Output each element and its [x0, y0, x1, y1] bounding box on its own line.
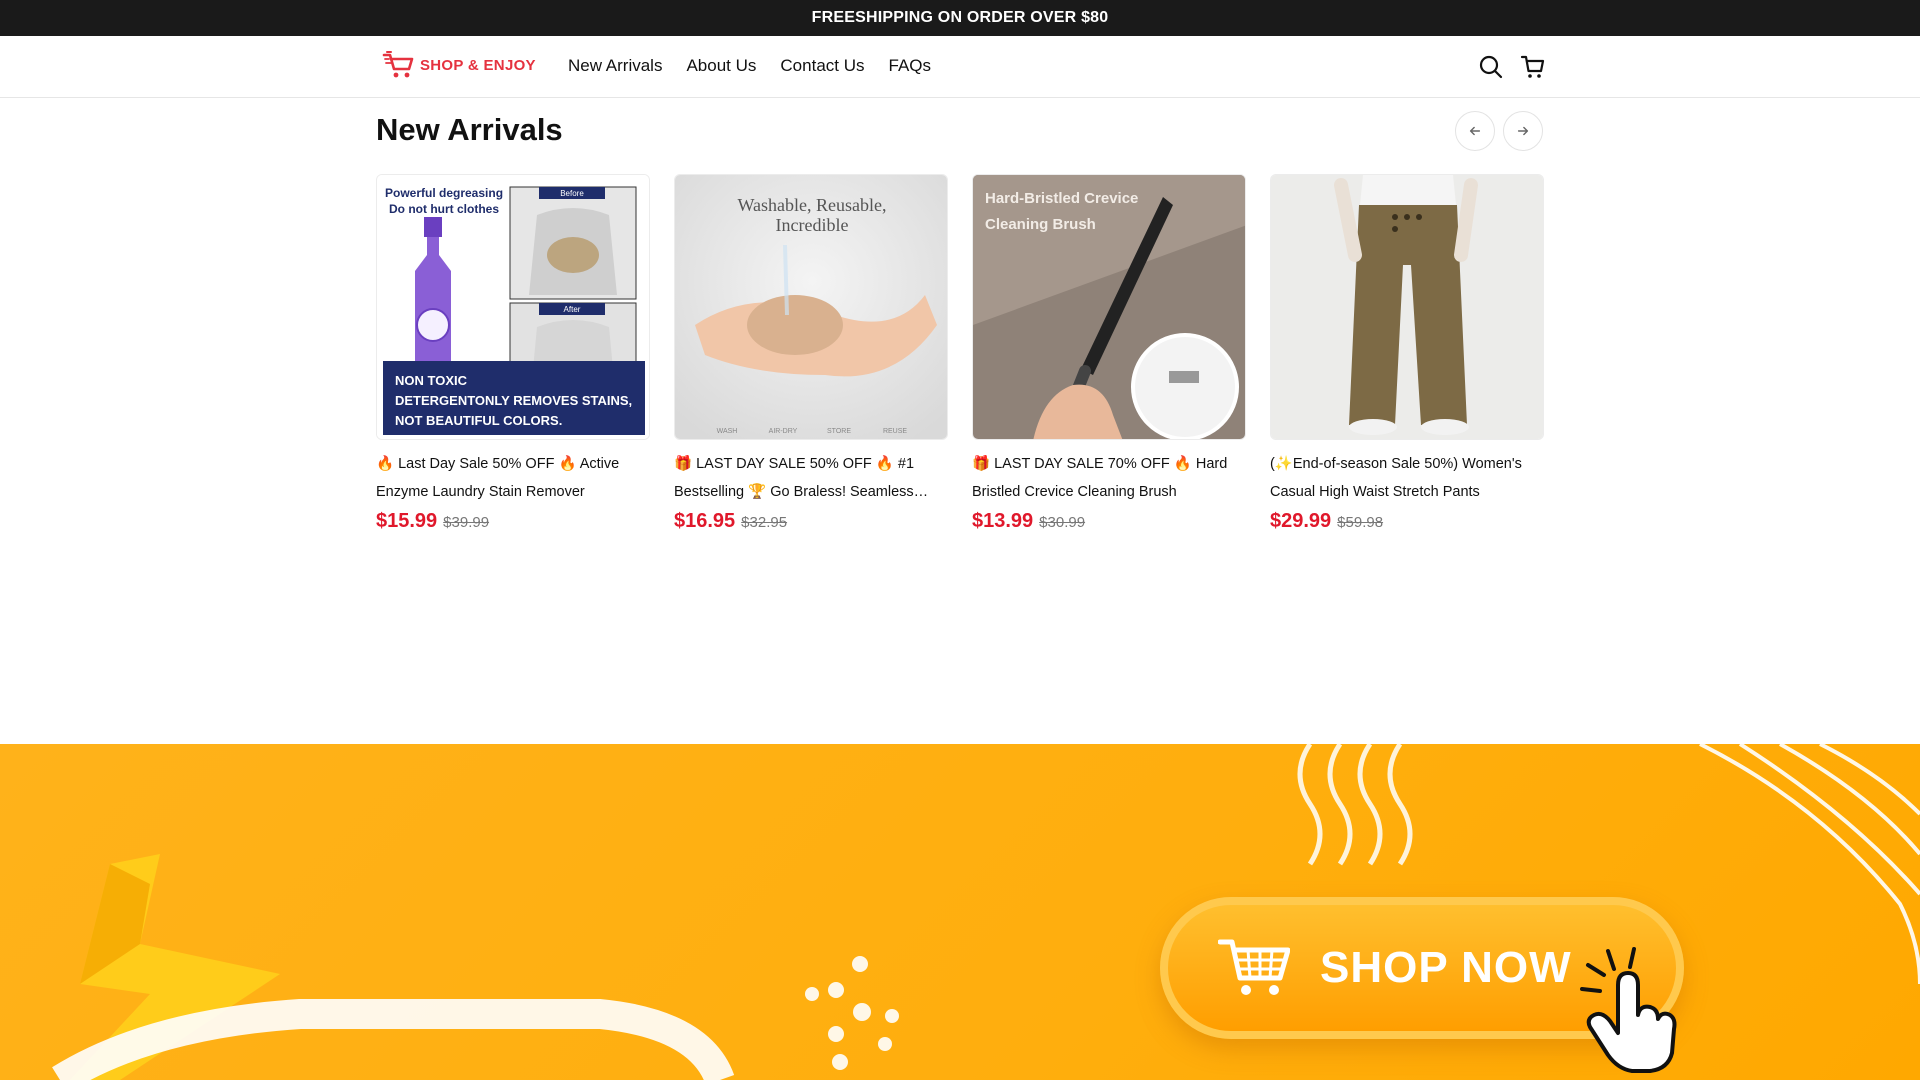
product-image[interactable]: Washable, Reusable, Incredible WASH AIR-… — [674, 174, 948, 440]
image-caption-2: Do not hurt clothes — [389, 202, 499, 216]
arrow-left-icon — [1469, 126, 1481, 136]
image-label-reuse: REUSE — [883, 428, 907, 435]
image-caption-1: Washable, Reusable, — [737, 195, 886, 215]
image-label-after: After — [564, 305, 581, 314]
product-image[interactable] — [1270, 174, 1544, 440]
original-price: $59.98 — [1337, 514, 1384, 531]
product-title[interactable]: 🔥 Last Day Sale 50% OFF 🔥 Active Enzyme … — [376, 450, 650, 506]
image-caption-3: NON TOXIC — [395, 373, 468, 388]
original-price: $30.99 — [1039, 514, 1086, 531]
main-nav: New Arrivals About Us Contact Us FAQs — [568, 56, 931, 76]
carousel-prev-button[interactable] — [1455, 111, 1495, 151]
sale-price: $15.99 — [376, 510, 438, 532]
image-caption-1: Hard-Bristled Crevice — [985, 190, 1138, 207]
shopping-cart-icon — [1218, 939, 1290, 995]
sale-price: $13.99 — [972, 510, 1034, 532]
image-caption-2: Cleaning Brush — [985, 216, 1096, 233]
original-price: $39.99 — [443, 514, 490, 531]
search-icon[interactable] — [1478, 54, 1504, 80]
section-title: New Arrivals — [376, 112, 563, 147]
image-caption-1: Powerful degreasing — [385, 186, 503, 200]
image-label-store: STORE — [827, 428, 851, 435]
sale-price: $16.95 — [674, 510, 736, 532]
product-price: $15.99 $39.99 — [376, 510, 650, 533]
carousel-controls — [1455, 111, 1543, 151]
product-price: $13.99 $30.99 — [972, 510, 1246, 533]
nav-about-us[interactable]: About Us — [686, 56, 756, 76]
nav-contact-us[interactable]: Contact Us — [780, 56, 864, 76]
product-card[interactable]: Before After Powerful degreasing Do not … — [376, 174, 650, 533]
product-image[interactable]: Before After Powerful degreasing Do not … — [376, 174, 650, 440]
header-actions — [1478, 54, 1546, 80]
cart-logo-icon — [382, 51, 414, 78]
product-price: $29.99 $59.98 — [1270, 510, 1544, 533]
product-image[interactable]: Hard-Bristled Crevice Cleaning Brush — [972, 174, 1246, 440]
product-price: $16.95 $32.95 — [674, 510, 948, 533]
product-card[interactable]: (✨End-of-season Sale 50%) Women's Casual… — [1270, 174, 1544, 533]
product-title[interactable]: (✨End-of-season Sale 50%) Women's Casual… — [1270, 450, 1544, 506]
arrow-right-icon — [1517, 126, 1529, 136]
sale-price: $29.99 — [1270, 510, 1332, 532]
image-caption-2: Incredible — [776, 215, 849, 235]
shop-now-label: SHOP NOW — [1320, 943, 1572, 992]
image-caption-5: NOT BEAUTIFUL COLORS. — [395, 413, 562, 428]
image-label-before: Before — [560, 189, 584, 198]
image-caption-4: DETERGENTONLY REMOVES STAINS, — [395, 393, 632, 408]
announcement-bar: FREESHIPPING ON ORDER OVER $80 — [0, 0, 1920, 36]
site-header: SHOP & ENJOY New Arrivals About Us Conta… — [0, 36, 1920, 98]
shop-now-button[interactable]: SHOP NOW — [1160, 897, 1684, 1073]
logo[interactable]: SHOP & ENJOY — [382, 50, 536, 80]
product-title[interactable]: 🎁 LAST DAY SALE 50% OFF 🔥 #1 Bestselling… — [674, 450, 948, 506]
pointer-hand-icon — [1580, 947, 1677, 1073]
announcement-text: FREESHIPPING ON ORDER OVER $80 — [811, 9, 1109, 26]
original-price: $32.95 — [741, 514, 788, 531]
promo-banner[interactable]: SHOP NOW — [0, 744, 1920, 1080]
product-title[interactable]: 🎁 LAST DAY SALE 70% OFF 🔥 Hard Bristled … — [972, 450, 1246, 506]
product-card[interactable]: Washable, Reusable, Incredible WASH AIR-… — [674, 174, 948, 533]
product-grid: Before After Powerful degreasing Do not … — [376, 174, 1544, 533]
image-label-air-dry: AIR-DRY — [769, 428, 798, 435]
carousel-next-button[interactable] — [1503, 111, 1543, 151]
cart-icon[interactable] — [1520, 54, 1546, 80]
product-card[interactable]: Hard-Bristled Crevice Cleaning Brush 🎁 L… — [972, 174, 1246, 533]
image-label-wash: WASH — [717, 428, 738, 435]
nav-new-arrivals[interactable]: New Arrivals — [568, 56, 662, 76]
brand-name: SHOP & ENJOY — [420, 56, 536, 74]
nav-faqs[interactable]: FAQs — [889, 56, 932, 76]
